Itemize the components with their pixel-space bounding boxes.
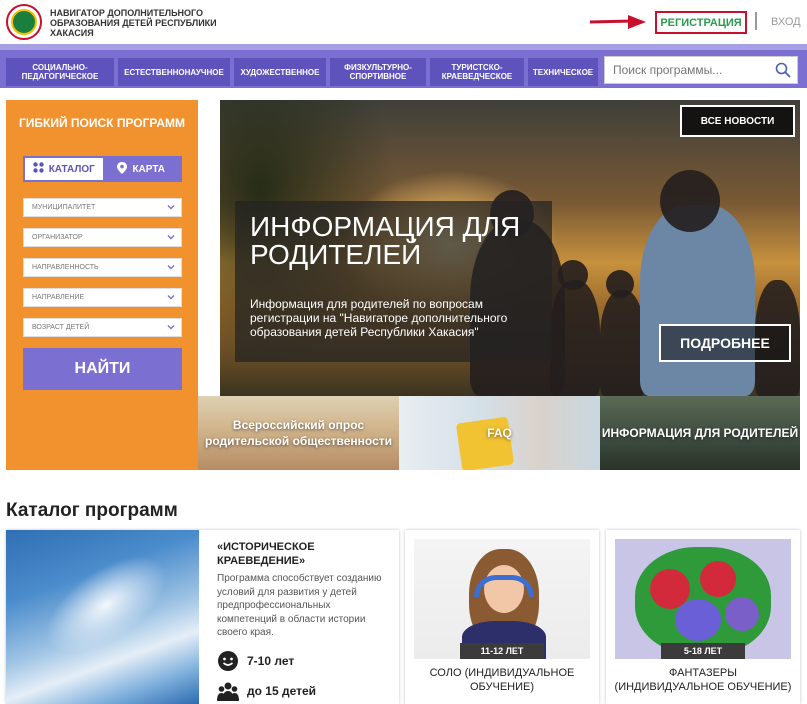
hero-figure-head bbox=[606, 270, 634, 298]
child-face-icon bbox=[218, 651, 238, 671]
focus-select-label: НАПРАВЛЕННОСТЬ bbox=[32, 264, 99, 271]
question-box-icon bbox=[455, 416, 515, 470]
municipality-select[interactable]: МУНИЦИПАЛИТЕТ bbox=[23, 198, 182, 217]
nav-item-social-pedagogical[interactable]: СОЦИАЛЬНО-ПЕДАГОГИЧЕСКОЕ bbox=[6, 58, 114, 86]
program-image[interactable] bbox=[6, 530, 199, 704]
tile-parents-survey[interactable]: Всероссийский опрос родительской обществ… bbox=[198, 396, 399, 470]
map-pin-icon bbox=[117, 161, 128, 177]
chevron-down-icon bbox=[167, 295, 175, 300]
program-group-size: до 15 детей bbox=[217, 680, 316, 702]
nav-item-technical[interactable]: ТЕХНИЧЕСКОЕ bbox=[528, 58, 598, 86]
hero-figure bbox=[550, 280, 600, 396]
program-age: 7-10 лет bbox=[217, 650, 294, 672]
child-age-select[interactable]: ВОЗРАСТ ДЕТЕЙ bbox=[23, 318, 182, 337]
featured-program-card[interactable]: «ИСТОРИЧЕСКОЕ КРАЕВЕДЕНИЕ» Программа спо… bbox=[6, 530, 399, 704]
nav-item-sports[interactable]: ФИЗКУЛЬТУРНО-СПОРТИВНОЕ bbox=[330, 58, 426, 86]
tile-parents-info-label: ИНФОРМАЦИЯ ДЛЯ РОДИТЕЛЕЙ bbox=[601, 425, 799, 440]
republic-emblem-logo[interactable] bbox=[6, 4, 42, 40]
search-input[interactable] bbox=[605, 57, 765, 83]
find-button[interactable]: НАЙТИ bbox=[23, 348, 182, 390]
hero-figure bbox=[600, 290, 645, 396]
group-icon bbox=[217, 682, 239, 701]
search-icon[interactable] bbox=[775, 62, 791, 78]
more-button[interactable]: ПОДРОБНЕЕ bbox=[659, 324, 791, 362]
municipality-select-label: МУНИЦИПАЛИТЕТ bbox=[32, 204, 96, 211]
nav-item-tourism[interactable]: ТУРИСТСКО-КРАЕВЕДЧЕСКОЕ bbox=[430, 58, 524, 86]
register-button[interactable]: РЕГИСТРАЦИЯ bbox=[655, 11, 747, 34]
login-link[interactable]: ВХОД bbox=[771, 16, 801, 28]
map-toggle[interactable]: КАРТА bbox=[102, 158, 180, 180]
program-image[interactable]: 5-18 ЛЕТ bbox=[615, 539, 791, 659]
catalog-toggle-label: КАТАЛОГ bbox=[48, 163, 95, 175]
hero-figure-denim bbox=[640, 205, 755, 396]
child-age-select-label: ВОЗРАСТ ДЕТЕЙ bbox=[32, 324, 90, 331]
grid-icon bbox=[32, 162, 44, 176]
program-card[interactable]: 11-12 ЛЕТ СОЛО (ИНДИВИДУАЛЬНОЕ ОБУЧЕНИЕ) bbox=[405, 530, 599, 704]
program-age-value: 7-10 лет bbox=[247, 654, 295, 668]
age-badge: 11-12 ЛЕТ bbox=[460, 643, 544, 659]
program-name[interactable]: СОЛО (ИНДИВИДУАЛЬНОЕ ОБУЧЕНИЕ) bbox=[413, 666, 591, 694]
tile-faq[interactable]: FAQ bbox=[399, 396, 600, 470]
direction-select-label: НАПРАВЛЕНИЕ bbox=[32, 294, 85, 301]
chevron-down-icon bbox=[167, 205, 175, 210]
nav-item-artistic[interactable]: ХУДОЖЕСТВЕННОЕ bbox=[234, 58, 326, 86]
program-search bbox=[604, 56, 798, 84]
hero-figure-head bbox=[558, 260, 588, 290]
program-image[interactable]: 11-12 ЛЕТ bbox=[414, 539, 590, 659]
program-name[interactable]: ФАНТАЗЕРЫ (ИНДИВИДУАЛЬНОЕ ОБУЧЕНИЕ) bbox=[614, 666, 792, 694]
all-news-button[interactable]: ВСЕ НОВОСТИ bbox=[680, 105, 795, 137]
age-badge: 5-18 ЛЕТ bbox=[661, 643, 745, 659]
hero-text: Информация для родителей по вопросам рег… bbox=[250, 297, 508, 339]
direction-nav: СОЦИАЛЬНО-ПЕДАГОГИЧЕСКОЕ ЕСТЕСТВЕННОНАУЧ… bbox=[0, 44, 807, 88]
program-title[interactable]: «ИСТОРИЧЕСКОЕ КРАЕВЕДЕНИЕ» bbox=[217, 540, 392, 568]
organizer-select[interactable]: ОРГАНИЗАТОР bbox=[23, 228, 182, 247]
flexible-search-panel: ГИБКИЙ ПОИСК ПРОГРАММ КАТАЛОГ КАРТА МУНИ… bbox=[6, 100, 198, 470]
tile-parents-survey-label: Всероссийский опрос родительской обществ… bbox=[204, 418, 393, 448]
hero-banner[interactable]: ИНФОРМАЦИЯ ДЛЯ РОДИТЕЛЕЙ Информация для … bbox=[220, 100, 800, 396]
catalog-toggle[interactable]: КАТАЛОГ bbox=[25, 158, 103, 180]
tile-parents-info[interactable]: ИНФОРМАЦИЯ ДЛЯ РОДИТЕЛЕЙ bbox=[600, 396, 800, 470]
chevron-down-icon bbox=[167, 325, 175, 330]
organizer-select-label: ОРГАНИЗАТОР bbox=[32, 234, 83, 241]
hero-figure-head bbox=[660, 170, 720, 232]
nav-item-natural-science[interactable]: ЕСТЕСТВЕННОНАУЧНОЕ bbox=[118, 58, 230, 86]
arrow-right-icon bbox=[589, 15, 646, 29]
chevron-down-icon bbox=[167, 235, 175, 240]
flexible-search-title: ГИБКИЙ ПОИСК ПРОГРАММ bbox=[18, 116, 186, 130]
site-header: НАВИГАТОР ДОПОЛНИТЕЛЬНОГО ОБРАЗОВАНИЯ ДЕ… bbox=[0, 0, 807, 44]
site-title[interactable]: НАВИГАТОР ДОПОЛНИТЕЛЬНОГО ОБРАЗОВАНИЯ ДЕ… bbox=[50, 8, 220, 38]
tile-faq-label: FAQ bbox=[487, 426, 512, 440]
direction-select[interactable]: НАПРАВЛЕНИЕ bbox=[23, 288, 182, 307]
focus-select[interactable]: НАПРАВЛЕННОСТЬ bbox=[23, 258, 182, 277]
program-card[interactable]: 5-18 ЛЕТ ФАНТАЗЕРЫ (ИНДИВИДУАЛЬНОЕ ОБУЧЕ… bbox=[606, 530, 800, 704]
map-toggle-label: КАРТА bbox=[132, 163, 166, 175]
view-toggle: КАТАЛОГ КАРТА bbox=[23, 156, 182, 182]
hero-title: ИНФОРМАЦИЯ ДЛЯ РОДИТЕЛЕЙ bbox=[250, 211, 521, 270]
program-description: Программа способствует созданию условий … bbox=[217, 573, 382, 638]
catalog-heading: Каталог программ bbox=[6, 500, 178, 521]
chevron-down-icon bbox=[167, 265, 175, 270]
program-group-size-value: до 15 детей bbox=[247, 684, 317, 698]
hero-caption: ИНФОРМАЦИЯ ДЛЯ РОДИТЕЛЕЙ Информация для … bbox=[235, 201, 552, 362]
header-divider bbox=[755, 12, 757, 30]
